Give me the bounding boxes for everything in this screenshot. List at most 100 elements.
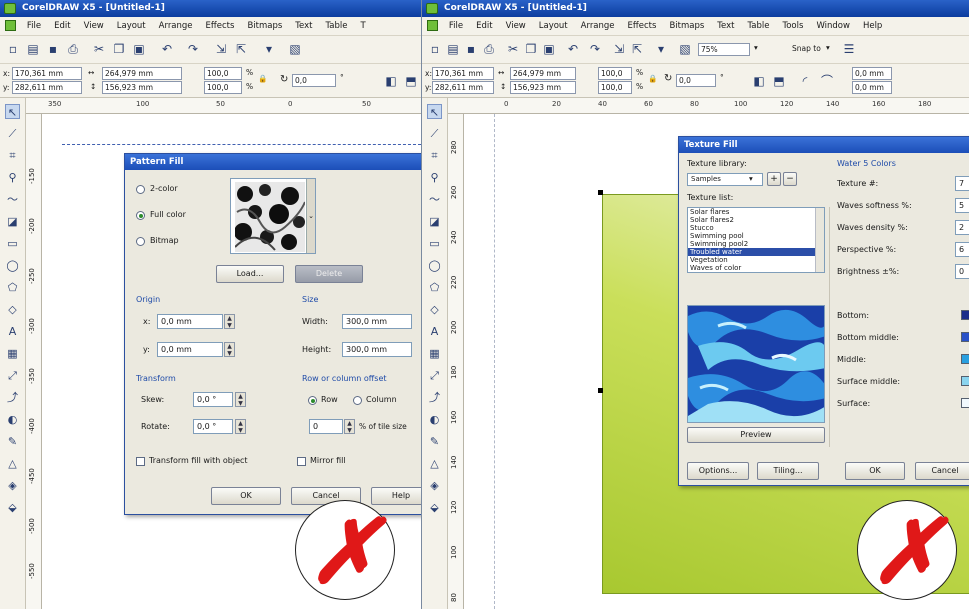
horizontal-ruler[interactable]: 350 100 50 0 50 xyxy=(26,98,421,114)
transform-fill-checkbox[interactable] xyxy=(136,457,145,466)
blend-tool-icon[interactable]: ◐ xyxy=(5,412,20,427)
dimension-tool-icon[interactable]: ⤢ xyxy=(5,368,20,383)
shape-tool-icon[interactable]: ⟋ xyxy=(5,126,20,141)
column-offset-radio[interactable] xyxy=(353,396,362,405)
origin-y-spinner[interactable]: ▲ ▼ xyxy=(224,342,235,357)
outline-tool-icon[interactable]: △ xyxy=(5,456,20,471)
dimension-tool-icon[interactable]: ⤢ xyxy=(427,368,442,383)
cut-icon[interactable]: ✂ xyxy=(92,42,106,56)
new-document-icon[interactable]: ▫ xyxy=(6,42,20,56)
menu-text[interactable]: Text xyxy=(711,17,741,31)
load-button[interactable]: Load... xyxy=(216,265,284,283)
mirror-horizontal-icon[interactable]: ◧ xyxy=(752,74,766,88)
menu-tools[interactable]: T xyxy=(354,17,372,31)
text-tool-icon[interactable]: A xyxy=(5,324,20,339)
export-icon[interactable]: ⇱ xyxy=(630,42,644,56)
menu-table[interactable]: Table xyxy=(742,17,777,31)
chevron-down-icon[interactable]: ▾ xyxy=(826,43,830,52)
open-icon[interactable]: ▤ xyxy=(446,42,460,56)
zoom-tool-icon[interactable]: ⚲ xyxy=(427,170,442,185)
save-icon[interactable]: ▪ xyxy=(46,42,60,56)
menu-arrange[interactable]: Arrange xyxy=(575,17,622,31)
size-height-input[interactable]: 300,0 mm xyxy=(342,342,412,357)
height-field[interactable]: 156,923 mm xyxy=(102,81,182,94)
cut-icon[interactable]: ✂ xyxy=(506,42,520,56)
texture-list-item[interactable]: Stucco xyxy=(688,224,824,232)
texture-list-scrollbar[interactable] xyxy=(815,208,824,272)
application-launcher-icon[interactable]: ▾ xyxy=(262,42,276,56)
paste-icon[interactable]: ▣ xyxy=(132,42,146,56)
polygon-tool-icon[interactable]: ⬠ xyxy=(427,280,442,295)
mirror-vertical-icon[interactable]: ⬒ xyxy=(772,74,786,88)
interactive-fill-tool-icon[interactable]: ⬙ xyxy=(427,500,442,515)
lock-ratio-icon[interactable]: 🔒 xyxy=(648,74,657,83)
menu-table[interactable]: Table xyxy=(320,17,355,31)
texture-color-swatch[interactable] xyxy=(961,354,969,364)
application-launcher-icon[interactable]: ▾ xyxy=(654,42,668,56)
selection-handle[interactable] xyxy=(598,388,603,393)
width-field[interactable]: 264,979 mm xyxy=(102,67,182,80)
pattern-preview-picker[interactable]: ⌄ xyxy=(230,178,316,254)
options-icon[interactable]: ☰ xyxy=(842,42,856,56)
blend-tool-icon[interactable]: ◐ xyxy=(427,412,442,427)
y-position-field[interactable]: 282,611 mm xyxy=(432,81,494,94)
document-icon[interactable] xyxy=(5,20,16,31)
menu-layout[interactable]: Layout xyxy=(111,17,153,31)
x-position-field[interactable]: 170,361 mm xyxy=(12,67,82,80)
print-icon[interactable]: ⎙ xyxy=(482,42,496,56)
pick-tool-icon[interactable]: ↖ xyxy=(427,104,442,119)
offset-spinner[interactable]: ▲ ▼ xyxy=(344,419,355,434)
print-icon[interactable]: ⎙ xyxy=(66,42,80,56)
mirror-horizontal-icon[interactable]: ◧ xyxy=(384,74,398,88)
cancel-button[interactable]: Cancel xyxy=(915,462,969,480)
fill-tool-icon[interactable]: ◈ xyxy=(5,478,20,493)
two-color-radio[interactable] xyxy=(136,185,145,194)
options-button[interactable]: Options... xyxy=(687,462,749,480)
basic-shapes-tool-icon[interactable]: ◇ xyxy=(5,302,20,317)
interactive-fill-tool-icon[interactable]: ⬙ xyxy=(5,500,20,515)
paste-icon[interactable]: ▣ xyxy=(542,42,556,56)
welcome-screen-icon[interactable]: ▧ xyxy=(678,42,692,56)
document-icon[interactable] xyxy=(427,20,438,31)
texture-param-input[interactable]: 2 xyxy=(955,220,969,235)
eyedropper-tool-icon[interactable]: ✎ xyxy=(427,434,442,449)
menu-effects[interactable]: Effects xyxy=(200,17,242,31)
corner-radius-top-field[interactable]: 0,0 mm xyxy=(852,67,892,80)
snap-to-label[interactable]: Snap to xyxy=(792,44,821,53)
texture-color-swatch[interactable] xyxy=(961,398,969,408)
bitmap-radio[interactable] xyxy=(136,237,145,246)
polygon-tool-icon[interactable]: ⬠ xyxy=(5,280,20,295)
table-tool-icon[interactable]: ▦ xyxy=(427,346,442,361)
texture-list-item[interactable]: Swimming pool xyxy=(688,232,824,240)
texture-param-input[interactable]: 5 xyxy=(955,198,969,213)
menu-layout[interactable]: Layout xyxy=(533,17,575,31)
full-color-radio[interactable] xyxy=(136,211,145,220)
basic-shapes-tool-icon[interactable]: ◇ xyxy=(427,302,442,317)
origin-y-input[interactable]: 0,0 mm xyxy=(157,342,223,357)
pick-tool-icon[interactable]: ↖ xyxy=(5,104,20,119)
menu-arrange[interactable]: Arrange xyxy=(153,17,200,31)
preview-button[interactable]: Preview xyxy=(687,427,825,443)
offset-percent-input[interactable]: 0 xyxy=(309,419,343,434)
redo-icon[interactable]: ↷ xyxy=(186,42,200,56)
undo-icon[interactable]: ↶ xyxy=(566,42,580,56)
fill-tool-icon[interactable]: ◈ xyxy=(427,478,442,493)
texture-list-item[interactable]: Solar flares xyxy=(688,208,824,216)
crop-tool-icon[interactable]: ⌗ xyxy=(427,148,442,163)
selection-handle[interactable] xyxy=(598,190,603,195)
rectangle-tool-icon[interactable]: ▭ xyxy=(427,236,442,251)
zoom-level-select[interactable]: 75% xyxy=(698,43,750,56)
outline-tool-icon[interactable]: △ xyxy=(427,456,442,471)
shape-tool-icon[interactable]: ⟋ xyxy=(427,126,442,141)
crop-tool-icon[interactable]: ⌗ xyxy=(5,148,20,163)
welcome-screen-icon[interactable]: ▧ xyxy=(288,42,302,56)
tiling-button[interactable]: Tiling... xyxy=(757,462,819,480)
ellipse-tool-icon[interactable]: ◯ xyxy=(427,258,442,273)
freehand-tool-icon[interactable]: 〜 xyxy=(427,192,442,207)
chevron-down-icon[interactable]: ▾ xyxy=(754,43,758,52)
scalloped-corner-icon[interactable]: ⌒ xyxy=(820,74,834,88)
menu-bitmaps[interactable]: Bitmaps xyxy=(241,17,289,31)
scale-y-field[interactable]: 100,0 xyxy=(598,81,632,94)
size-width-input[interactable]: 300,0 mm xyxy=(342,314,412,329)
row-offset-radio[interactable] xyxy=(308,396,317,405)
